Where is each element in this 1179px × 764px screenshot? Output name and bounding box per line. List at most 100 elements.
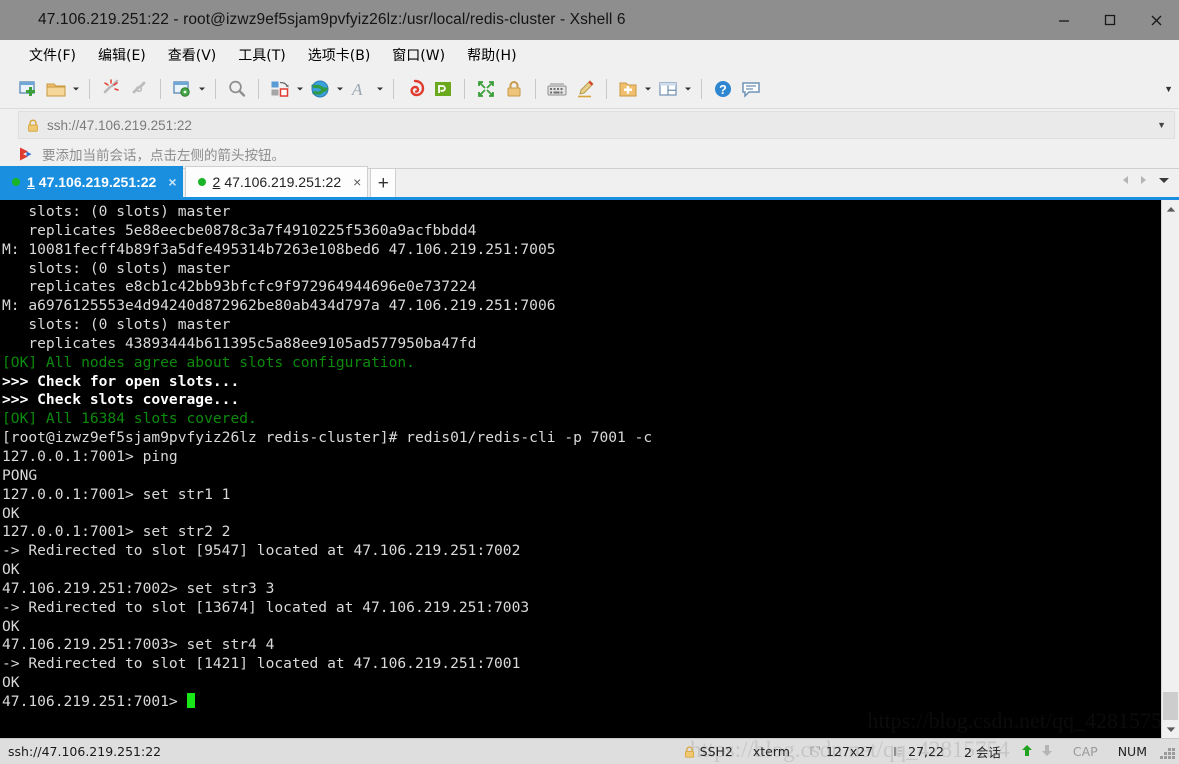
tab-menu-icon[interactable] bbox=[1153, 177, 1175, 184]
terminal-line: slots: (0 slots) master bbox=[2, 316, 231, 334]
maximize-button[interactable] bbox=[1087, 0, 1133, 40]
menu-tabs[interactable]: 选项卡(B) bbox=[297, 41, 382, 69]
new-tab-button[interactable]: + bbox=[370, 168, 397, 197]
status-size-text: 127x27 bbox=[825, 744, 874, 759]
new-session-icon[interactable] bbox=[14, 74, 42, 104]
menu-tools[interactable]: 工具(T) bbox=[227, 41, 296, 69]
address-dropdown-icon[interactable]: ▼ bbox=[1153, 112, 1170, 138]
lock-icon bbox=[27, 119, 39, 132]
tab-session-1[interactable]: 1 47.106.219.251:22 × bbox=[0, 166, 183, 197]
status-caps-lock: CAP bbox=[1072, 744, 1098, 759]
scrollbar-track[interactable] bbox=[1162, 218, 1179, 720]
scroll-up-icon[interactable] bbox=[1162, 200, 1179, 218]
tab-session-2[interactable]: 2 47.106.219.251:22 × bbox=[184, 166, 369, 197]
terminal-line: 127.0.0.1:7001> set str2 2 bbox=[2, 523, 231, 541]
xshell-swirl-icon bbox=[12, 11, 30, 29]
terminal-scrollbar[interactable] bbox=[1161, 200, 1179, 738]
title-bar: 47.106.219.251:22 - root@izwz9ef5sjam9pv… bbox=[0, 0, 1179, 40]
resize-icon bbox=[810, 746, 821, 757]
highlight-icon[interactable] bbox=[571, 74, 599, 104]
tab-navigation bbox=[1117, 166, 1175, 194]
status-transfer-indicators bbox=[1011, 744, 1063, 760]
open-folder-icon[interactable] bbox=[42, 74, 70, 104]
status-cursor-text: 27,22 bbox=[908, 744, 944, 759]
terminal-line: -> Redirected to slot [13674] located at… bbox=[2, 598, 530, 616]
tab-label: 47.106.219.251:22 bbox=[224, 174, 342, 190]
keyboard-icon[interactable] bbox=[543, 74, 571, 104]
address-url-text: ssh://47.106.219.251:22 bbox=[47, 117, 192, 133]
status-bar: ssh://47.106.219.251:22 https://blog.csd… bbox=[0, 737, 1179, 764]
status-cursor-position: 27,22 bbox=[883, 744, 954, 759]
scroll-down-icon[interactable] bbox=[1162, 720, 1179, 738]
transfer-dropdown-icon[interactable] bbox=[294, 74, 306, 104]
terminal-line: OK bbox=[2, 561, 20, 579]
transfer-icon[interactable] bbox=[266, 74, 294, 104]
open-folder-dropdown-icon[interactable] bbox=[70, 74, 82, 104]
layout-icon[interactable] bbox=[654, 74, 682, 104]
menu-help[interactable]: 帮助(H) bbox=[456, 41, 527, 69]
tab-status-dot-icon bbox=[197, 178, 206, 186]
toolbar-overflow-icon[interactable]: ▼ bbox=[1164, 69, 1173, 109]
scrollbar-thumb[interactable] bbox=[1163, 692, 1178, 720]
web-icon[interactable] bbox=[306, 74, 334, 104]
terminal-line: OK bbox=[2, 617, 20, 635]
tab-label: 47.106.219.251:22 bbox=[38, 173, 157, 190]
minimize-button[interactable] bbox=[1041, 0, 1087, 40]
lock-icon[interactable] bbox=[500, 74, 528, 104]
layout-dropdown-icon[interactable] bbox=[682, 74, 694, 104]
menu-view[interactable]: 查看(V) bbox=[157, 41, 228, 69]
disconnect-icon[interactable] bbox=[97, 74, 125, 104]
terminal-line: [OK] All 16384 slots covered. bbox=[2, 410, 257, 428]
toolbar-separator bbox=[258, 78, 259, 99]
tab-prev-icon[interactable] bbox=[1117, 175, 1133, 185]
new-folder-dropdown-icon[interactable] bbox=[642, 74, 654, 104]
terminal-line: -> Redirected to slot [1421] located at … bbox=[2, 655, 521, 673]
terminal-line: M: 10081fecff4b89f3a5dfe495314b7263e108b… bbox=[2, 240, 556, 258]
terminal-area: slots: (0 slots) master replicates 5e88e… bbox=[0, 200, 1179, 738]
terminal-line: M: a6976125553e4d94240d872962be80ab434d7… bbox=[2, 297, 556, 315]
tab-number: 2 bbox=[212, 174, 221, 190]
tab-next-icon[interactable] bbox=[1135, 175, 1151, 185]
resize-grip-icon[interactable] bbox=[1159, 744, 1175, 760]
terminal-prompt-line[interactable]: 47.106.219.251:7001> bbox=[2, 692, 1161, 712]
menu-bar: 文件(F) 编辑(E) 查看(V) 工具(T) 选项卡(B) 窗口(W) 帮助(… bbox=[0, 40, 1179, 69]
tab-close-icon[interactable]: × bbox=[353, 174, 361, 190]
toolbar-separator bbox=[606, 78, 607, 99]
lock-icon bbox=[684, 745, 695, 758]
fullscreen-icon[interactable] bbox=[472, 74, 500, 104]
toolbar-separator bbox=[160, 78, 161, 99]
status-terminal-type: xterm bbox=[752, 744, 790, 759]
toolbar-separator bbox=[701, 78, 702, 99]
font-dropdown-icon[interactable] bbox=[374, 74, 386, 104]
tab-close-icon[interactable]: × bbox=[168, 174, 176, 190]
menu-window[interactable]: 窗口(W) bbox=[381, 41, 456, 69]
web-dropdown-icon[interactable] bbox=[334, 74, 346, 104]
terminal-line: 127.0.0.1:7001> ping bbox=[2, 447, 178, 465]
session-properties-dropdown-icon[interactable] bbox=[196, 74, 208, 104]
terminal-line: slots: (0 slots) master bbox=[2, 203, 231, 220]
terminal-line: replicates 43893444b611395c5a88ee9105ad5… bbox=[2, 334, 477, 352]
comment-icon[interactable] bbox=[737, 74, 765, 104]
terminal-line: 47.106.219.251:7003> set str4 4 bbox=[2, 636, 275, 654]
find-icon[interactable] bbox=[223, 74, 251, 104]
terminal-line: OK bbox=[2, 674, 20, 692]
status-right-group: SSH2 xterm 127x27 27,22 2 会话 CAP NUM bbox=[674, 742, 1175, 761]
session-properties-icon[interactable] bbox=[168, 74, 196, 104]
close-button[interactable] bbox=[1133, 0, 1179, 40]
status-protocol-text: SSH2 bbox=[699, 744, 733, 759]
address-bar[interactable]: ssh://47.106.219.251:22 ▼ bbox=[18, 111, 1175, 139]
font-icon[interactable]: A bbox=[346, 74, 374, 104]
terminal-line: 47.106.219.251:7002> set str3 3 bbox=[2, 579, 275, 597]
new-folder-icon[interactable] bbox=[614, 74, 642, 104]
toolbar-separator bbox=[464, 78, 465, 99]
xshell-icon[interactable] bbox=[401, 74, 429, 104]
reconnect-icon[interactable] bbox=[125, 74, 153, 104]
help-icon[interactable]: ? bbox=[709, 74, 737, 104]
status-size: 127x27 bbox=[800, 744, 883, 759]
xftp-icon[interactable] bbox=[429, 74, 457, 104]
menu-file[interactable]: 文件(F) bbox=[18, 41, 87, 69]
menu-edit[interactable]: 编辑(E) bbox=[87, 41, 157, 69]
terminal-output[interactable]: slots: (0 slots) master replicates 5e88e… bbox=[0, 200, 1161, 738]
status-num-lock: NUM bbox=[1117, 744, 1147, 759]
toolbar-separator bbox=[393, 78, 394, 99]
